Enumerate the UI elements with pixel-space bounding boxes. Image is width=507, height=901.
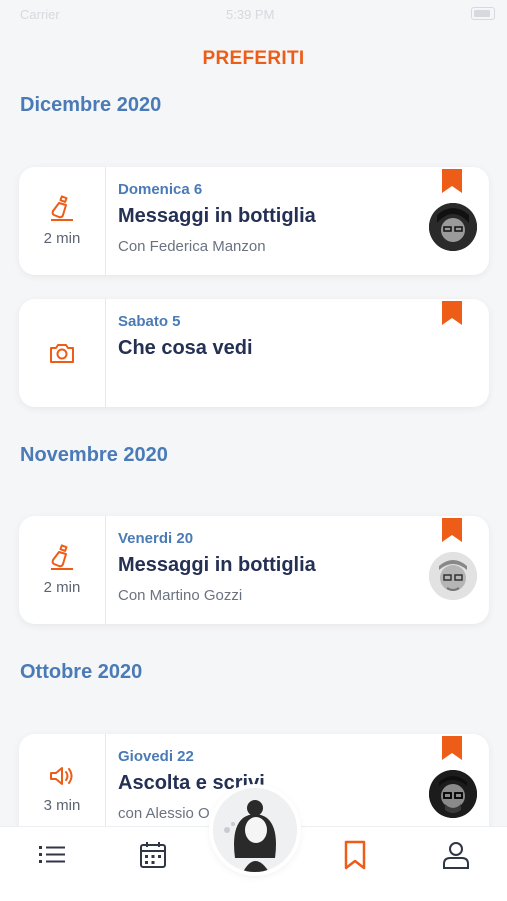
favorite-card[interactable]: Sabato 5 Che cosa vedi: [19, 299, 489, 407]
bookmark-icon[interactable]: [339, 839, 371, 871]
card-author: Con Federica Manzon: [118, 238, 266, 255]
woman-avatar-icon: [213, 788, 297, 872]
favorite-card[interactable]: 2 min Domenica 6 Messaggi in bottiglia C…: [19, 167, 489, 275]
bottle-icon: [51, 544, 73, 570]
card-left-panel: 2 min: [19, 516, 106, 624]
avatar: [429, 770, 477, 818]
center-avatar-button[interactable]: [213, 788, 297, 872]
card-left-panel: [19, 299, 106, 407]
card-date: Sabato 5: [118, 313, 181, 330]
bookmark-icon[interactable]: [442, 301, 462, 325]
section-header-ottobre: Ottobre 2020: [20, 661, 143, 683]
status-time: 5:39 PM: [226, 7, 275, 22]
camera-icon: [50, 344, 74, 363]
calendar-icon[interactable]: [137, 839, 169, 871]
card-title: Messaggi in bottiglia: [118, 205, 316, 227]
carrier-label: Carrier: [20, 7, 60, 22]
section-header-novembre: Novembre 2020: [20, 444, 168, 466]
avatar: [429, 552, 477, 600]
card-duration: 2 min: [43, 230, 81, 247]
list-icon[interactable]: [36, 839, 68, 871]
card-title: Messaggi in bottiglia: [118, 554, 316, 576]
card-date: Giovedi 22: [118, 748, 194, 765]
card-left-panel: 2 min: [19, 167, 106, 275]
avatar: [429, 203, 477, 251]
battery-icon: [471, 7, 495, 20]
section-header-dicembre: Dicembre 2020: [20, 94, 162, 116]
card-author: Con Martino Gozzi: [118, 587, 243, 604]
profile-icon[interactable]: [440, 839, 472, 871]
bookmark-icon[interactable]: [442, 169, 462, 193]
speaker-icon: [50, 767, 73, 785]
bookmark-icon[interactable]: [442, 518, 462, 542]
status-bar: Carrier 5:39 PM: [0, 0, 507, 28]
page-title: PREFERITI: [202, 48, 305, 69]
card-date: Domenica 6: [118, 181, 203, 198]
card-title: Che cosa vedi: [118, 337, 253, 359]
card-author: con Alessio O: [118, 805, 210, 822]
favorite-card[interactable]: 2 min Venerdi 20 Messaggi in bottiglia C…: [19, 516, 489, 624]
bottle-icon: [51, 195, 73, 221]
card-duration: 2 min: [43, 579, 81, 596]
card-duration: 3 min: [43, 797, 81, 814]
bookmark-icon[interactable]: [442, 736, 462, 760]
card-date: Venerdi 20: [118, 530, 194, 547]
